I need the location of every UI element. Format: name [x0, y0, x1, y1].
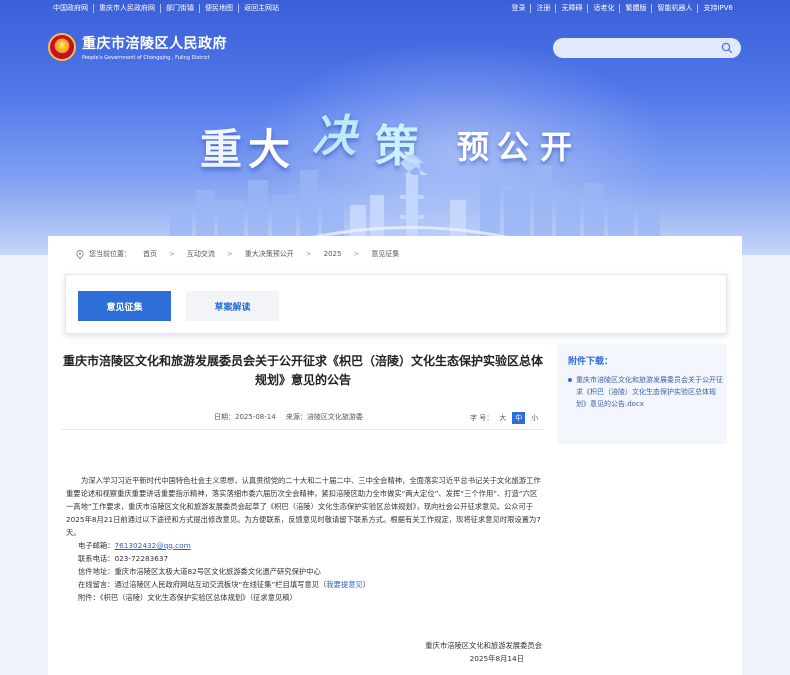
breadcrumb-interaction[interactable]: 互动交流	[187, 249, 215, 259]
top-link-home[interactable]: 返回主网站	[238, 4, 284, 13]
location-pin-icon	[76, 249, 84, 259]
attachment-note: 附件：《枳巴（涪陵）文化生态保护实验区总体规划》（征求意见稿）	[78, 593, 297, 602]
breadcrumb-separator: >	[305, 250, 312, 258]
top-link-departments[interactable]: 部门街镇	[160, 4, 199, 13]
top-nav-left: 中国政府网 重庆市人民政府网 部门街镇 便民地图 返回主网站	[53, 4, 284, 13]
breadcrumb-separator: >	[226, 250, 233, 258]
bullet-icon	[568, 378, 572, 382]
breadcrumb-home[interactable]: 首页	[143, 249, 157, 259]
article-paragraph: 为深入学习习近平新时代中国特色社会主义思想，认真贯彻党的二十大和二十届二中、三中…	[66, 476, 541, 537]
top-link-cq-gov[interactable]: 重庆市人民政府网	[93, 4, 160, 13]
search-input[interactable]	[553, 38, 741, 58]
top-link-elderly[interactable]: 适老化	[587, 4, 619, 13]
breadcrumb-decisions[interactable]: 重大决策预公开	[245, 249, 294, 259]
font-size-medium[interactable]: 中	[512, 412, 526, 424]
attachment-file-item[interactable]: 重庆市涪陵区文化和旅游发展委员会关于公开征求《枳巴（涪陵）文化生态保护实验区总体…	[568, 374, 723, 410]
header-banner: 中国政府网 重庆市人民政府网 部门街镇 便民地图 返回主网站 登录 注册 无障碍…	[0, 0, 790, 255]
top-link-ipv6[interactable]: 支持IPV6	[697, 4, 738, 13]
article-source: 来源：涪陵区文化旅游委	[285, 413, 363, 421]
attachment-file-link[interactable]: 重庆市涪陵区文化和旅游发展委员会关于公开征求《枳巴（涪陵）文化生态保护实验区总体…	[576, 374, 723, 410]
top-link-login[interactable]: 登录	[511, 4, 530, 13]
site-name-en: People's Government of Chongqing , Fulin…	[82, 55, 210, 61]
font-size-label: 字 号：	[470, 414, 494, 422]
site-name: 重庆市涪陵区人民政府	[82, 36, 227, 52]
contact-phone: 联系电话：023-72283637	[78, 554, 169, 563]
email-label: 电子邮箱：	[78, 541, 115, 550]
top-link-accessibility[interactable]: 无障碍	[555, 4, 587, 13]
font-size-large[interactable]: 大	[499, 413, 506, 423]
top-nav-right: 登录 注册 无障碍 适老化 繁體版 智能机器人 支持IPV6	[511, 4, 738, 13]
contact-address: 信件地址：重庆市涪陵区太极大道82号区文化旅游委文化遗产研究保护中心	[78, 567, 321, 576]
logo-text: 重庆市涪陵区人民政府 People's Government of Chongq…	[82, 33, 227, 61]
sign-organization: 重庆市涪陵区文化和旅游发展委员会	[425, 641, 542, 650]
search-icon[interactable]	[721, 42, 733, 54]
article-title: 重庆市涪陵区文化和旅游发展委员会关于公开征求《枳巴（涪陵）文化生态保护实验区总体…	[62, 354, 543, 387]
article-meta: 日期：2025-08-14 来源：涪陵区文化旅游委	[214, 412, 371, 422]
site-logo[interactable]: 重庆市涪陵区人民政府 People's Government of Chongq…	[48, 33, 227, 61]
email-link[interactable]: 761302432@qq.com	[114, 541, 190, 550]
top-link-register[interactable]: 注册	[530, 4, 555, 13]
font-size-switcher: 字 号： 大 中 小	[470, 412, 538, 424]
signature: 重庆市涪陵区文化和旅游发展委员会 2025年8月14日	[412, 639, 542, 665]
top-nav-bar: 中国政府网 重庆市人民政府网 部门街镇 便民地图 返回主网站 登录 注册 无障碍…	[0, 0, 790, 18]
breadcrumb-separator: >	[353, 250, 360, 258]
online-suffix: ）	[362, 580, 371, 589]
breadcrumb-year[interactable]: 2025	[324, 250, 342, 258]
sign-date: 2025年8月14日	[469, 654, 524, 663]
tab-opinion-collection[interactable]: 意见征集	[78, 291, 171, 321]
contact-online: 在线留言：通过涪陵区人民政府网站互动交流板块“在线征集”栏目填写意见（我要提意见…	[66, 578, 544, 591]
breadcrumb-current[interactable]: 意见征集	[371, 249, 399, 259]
article-date: 日期：2025-08-14	[214, 413, 276, 421]
attachment-sidebar: 附件下载： 重庆市涪陵区文化和旅游发展委员会关于公开征求《枳巴（涪陵）文化生态保…	[558, 344, 727, 444]
top-link-robot[interactable]: 智能机器人	[651, 4, 697, 13]
article-body: 为深入学习习近平新时代中国特色社会主义思想，认真贯彻党的二十大和二十届二中、三中…	[66, 474, 544, 604]
submit-opinion-link[interactable]: 我要提意见	[326, 580, 362, 589]
top-link-map[interactable]: 便民地图	[199, 4, 238, 13]
font-size-small[interactable]: 小	[531, 413, 538, 423]
divider	[62, 429, 544, 430]
online-prefix: 在线留言：通过涪陵区人民政府网站互动交流板块“在线征集”栏目填写意见（	[78, 580, 327, 589]
tab-draft-interpretation[interactable]: 草案解读	[186, 291, 279, 321]
top-link-gov[interactable]: 中国政府网	[53, 4, 93, 13]
national-emblem-icon	[48, 33, 76, 61]
breadcrumb-label: 您当前位置：	[89, 250, 131, 258]
contact-email: 电子邮箱：761302432@qq.com	[66, 539, 544, 552]
top-link-traditional[interactable]: 繁體版	[619, 4, 651, 13]
sidebar-title: 附件下载：	[568, 357, 614, 367]
main-content: 意见征集 草案解读 重庆市涪陵区文化和旅游发展委员会关于公开征求《枳巴（涪陵）文…	[48, 266, 742, 675]
breadcrumb-separator: >	[169, 250, 175, 258]
tab-bar: 意见征集 草案解读	[65, 274, 727, 334]
